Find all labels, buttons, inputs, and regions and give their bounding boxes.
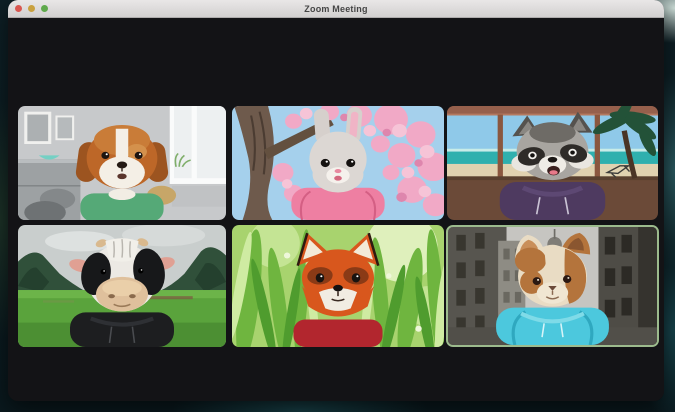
zoom-meeting-window: Zoom Meeting <box>8 0 664 401</box>
video-tile-rabbit[interactable] <box>232 106 444 220</box>
video-tile-dog[interactable] <box>18 106 226 220</box>
video-tile-cow[interactable] <box>18 225 226 347</box>
video-tile-cat[interactable] <box>446 225 659 347</box>
fox-avatar <box>293 233 382 347</box>
video-tile-raccoon[interactable] <box>447 106 658 220</box>
window-title: Zoom Meeting <box>8 4 664 14</box>
window-titlebar[interactable]: Zoom Meeting <box>8 0 664 18</box>
video-tile-fox[interactable] <box>232 225 444 347</box>
meeting-canvas <box>8 18 664 401</box>
